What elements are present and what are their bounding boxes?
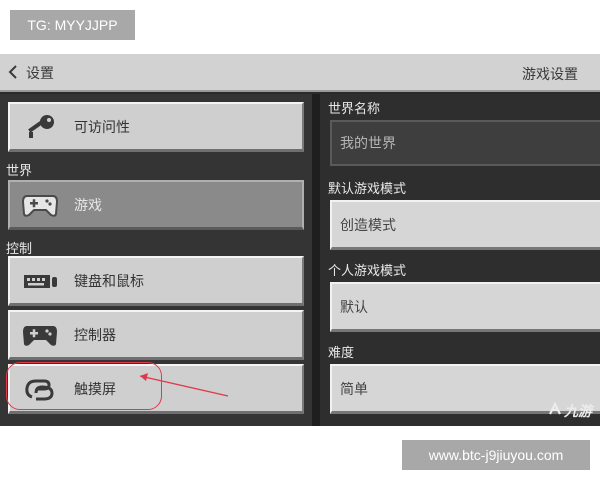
personal-game-mode-value: 默认 [340,299,368,316]
sidebar-item-label: 游戏 [74,197,102,214]
default-game-mode-dropdown[interactable]: 创造模式 [330,200,600,250]
sidebar-item-keyboard-mouse[interactable]: 键盘和鼠标 [8,256,304,306]
bottom-watermark: www.btc-j9jiuyou.com [402,440,590,470]
back-button[interactable]: 设置 [8,61,54,85]
key-icon [20,112,60,142]
logo-text: 九游 [564,404,592,420]
default-game-mode-value: 创造模式 [340,217,396,234]
game-settings-screen: 设置 游戏设置 可访问性 世界 游戏 控制 键盘和鼠标 控制器 触摸屏 世界名称… [0,54,600,426]
personal-game-mode-label: 个人游戏模式 [328,264,407,279]
site-logo: 九游 [548,400,600,422]
gamepad-icon [20,320,60,350]
section-heading-controls: 控制 [6,242,33,257]
sidebar-item-label: 控制器 [74,327,116,344]
difficulty-label: 难度 [328,346,355,361]
page-title: 游戏设置 [522,67,578,83]
section-heading-cutoff [6,420,10,426]
section-heading-world: 世界 [6,164,33,179]
keyboard-icon [20,266,60,296]
settings-content: 世界名称 我的世界 默认游戏模式 创造模式 个人游戏模式 默认 难度 简单 九游 [320,94,600,426]
top-watermark: TG: MYYJJPP [10,10,135,40]
world-name-value: 我的世界 [340,136,396,152]
world-name-input[interactable]: 我的世界 [330,120,600,166]
sidebar-item-label: 键盘和鼠标 [74,273,144,290]
personal-game-mode-dropdown[interactable]: 默认 [330,282,600,332]
settings-sidebar: 可访问性 世界 游戏 控制 键盘和鼠标 控制器 触摸屏 [0,94,312,426]
difficulty-value: 简单 [340,381,368,398]
top-bar: 设置 游戏设置 [0,54,600,92]
gamepad-icon [20,190,60,220]
logo-mark-icon [548,401,562,420]
sidebar-item-label: 可访问性 [74,119,130,136]
back-label: 设置 [26,66,54,82]
sidebar-item-touch[interactable]: 触摸屏 [8,364,304,414]
default-game-mode-label: 默认游戏模式 [328,182,407,197]
world-name-label: 世界名称 [328,102,381,117]
sidebar-item-game[interactable]: 游戏 [8,180,304,230]
sidebar-item-label: 触摸屏 [74,381,116,398]
sidebar-item-controller[interactable]: 控制器 [8,310,304,360]
sidebar-item-accessibility[interactable]: 可访问性 [8,102,304,152]
touch-hand-icon [20,374,60,404]
panel-divider [312,94,320,426]
chevron-left-icon [8,64,18,83]
